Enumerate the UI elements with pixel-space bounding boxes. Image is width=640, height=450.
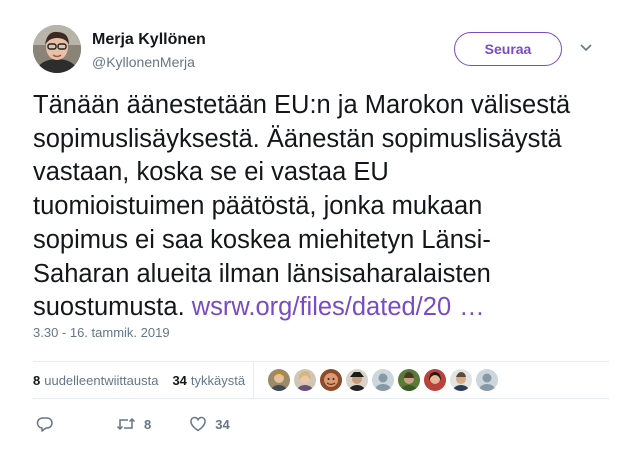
liker-avatar[interactable]: [424, 369, 447, 391]
divider: [33, 398, 609, 399]
tweet-line-last: suostumusta. wsrw.org/files/dated/20 …: [33, 291, 593, 325]
tweet-line: Tänään äänestetään EU:n ja Marokon välis…: [33, 91, 571, 119]
tweet-line: Saharan alueita ilman länsisaharalaisten: [33, 259, 491, 288]
retweets-label: uudelleentwiittausta: [44, 372, 159, 388]
tweet-link-ellipsis[interactable]: …: [459, 293, 485, 321]
liker-avatar[interactable]: [268, 369, 291, 391]
tweet-timestamp[interactable]: 3.30 - 16. tammik. 2019: [33, 325, 170, 340]
tweet-line: vastaan, koska se ei vastaa EU: [33, 158, 389, 187]
retweet-icon: [116, 417, 136, 431]
retweets-stat[interactable]: 8 uudelleentwiittausta: [33, 373, 158, 388]
liker-avatar[interactable]: [398, 369, 421, 391]
follow-button[interactable]: Seuraa: [454, 32, 562, 66]
author-avatar[interactable]: [33, 25, 81, 73]
chevron-down-icon[interactable]: [578, 41, 594, 55]
reply-icon: [36, 417, 53, 432]
author-handle[interactable]: @KyllonenMerja: [92, 54, 195, 70]
tweet-link[interactable]: wsrw.org/files/dated/20: [192, 293, 451, 321]
liker-avatar[interactable]: [450, 369, 473, 391]
liker-avatar[interactable]: [320, 369, 343, 391]
stats-row: 8 uudelleentwiittausta 34 tykkäystä: [33, 362, 499, 398]
likes-count: 34: [172, 372, 187, 388]
liker-avatar[interactable]: [372, 369, 395, 391]
heart-icon: [190, 416, 206, 432]
tweet-text: Tänään äänestetään EU:n ja Marokon välis…: [33, 89, 593, 325]
action-bar: 8 34: [36, 415, 230, 433]
avatar-image: [33, 25, 81, 73]
liker-avatar[interactable]: [346, 369, 369, 391]
tweet-last-text: suostumusta.: [33, 293, 185, 322]
retweets-count: 8: [33, 372, 41, 388]
tweet-line: sopimus ei saa koskea miehitetyn Länsi-: [33, 225, 491, 254]
reply-button[interactable]: [36, 415, 54, 433]
tweet-line: sopimuslisäyksestä. Äänestän sopimuslisä…: [33, 124, 562, 153]
like-count: 34: [215, 416, 230, 432]
likes-label: tykkäystä: [190, 372, 246, 388]
likes-stat[interactable]: 34 tykkäystä: [172, 373, 245, 388]
author-name[interactable]: Merja Kyllönen: [92, 31, 206, 49]
like-button[interactable]: 34: [189, 415, 230, 433]
retweet-button[interactable]: 8: [116, 415, 151, 433]
liker-avatar[interactable]: [294, 369, 317, 391]
tweet-line: tuomioistuimen päätöstä, jonka mukaan: [33, 192, 483, 221]
stats-separator: [253, 362, 255, 398]
liker-avatar[interactable]: [476, 369, 499, 391]
liker-avatars: [268, 369, 499, 391]
retweet-count: 8: [144, 416, 152, 432]
